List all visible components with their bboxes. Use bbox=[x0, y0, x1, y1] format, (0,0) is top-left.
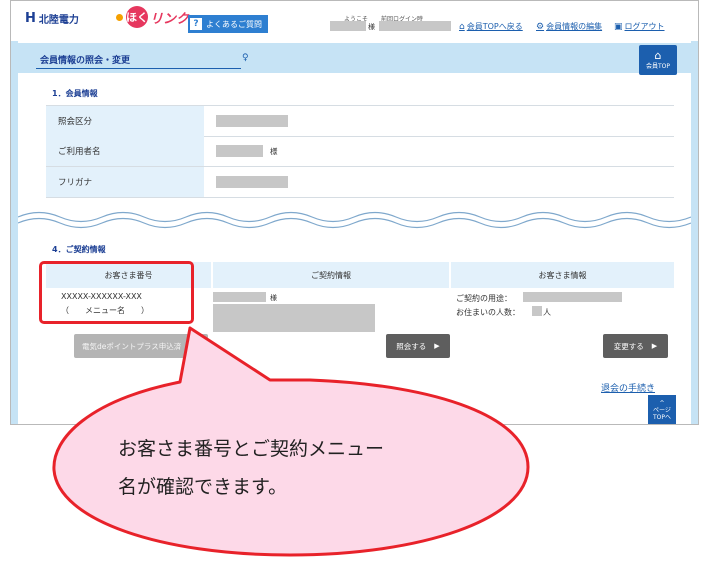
site-header: H 北陸電力 ほく リンク ? よくあるご質問 ようこそ 様 前回ログイン時 ⌂… bbox=[11, 1, 698, 41]
contract-honorific: 様 bbox=[270, 294, 277, 302]
residents-redacted bbox=[532, 306, 542, 316]
chevron-right-icon: ▶ bbox=[434, 342, 440, 350]
chevron-right-icon: ▶ bbox=[651, 342, 658, 350]
left-side-bar bbox=[11, 41, 18, 424]
contract-name-redacted bbox=[213, 292, 266, 302]
browser-page: H 北陸電力 ほく リンク ? よくあるご質問 ようこそ 様 前回ログイン時 ⌂… bbox=[10, 0, 699, 425]
hokuriku-logo[interactable]: H 北陸電力 bbox=[25, 11, 79, 26]
wave-separator bbox=[18, 206, 691, 234]
faq-button[interactable]: ? よくあるご質問 bbox=[188, 15, 268, 33]
hokuriku-logo-icon: H bbox=[25, 11, 36, 26]
brand-text: リンク bbox=[150, 11, 190, 27]
home-icon: ⌂ bbox=[654, 49, 662, 62]
nav-logout-link[interactable]: ▣ ログアウト bbox=[614, 21, 665, 32]
col-header-contract-info: ご契約情報 bbox=[213, 262, 449, 288]
faq-label: よくあるご質問 bbox=[206, 19, 262, 29]
section-contract-heading: 4．ご契約情報 bbox=[52, 245, 106, 254]
question-icon: ? bbox=[190, 18, 202, 30]
brand-dot-icon bbox=[116, 13, 123, 21]
row-value-redacted bbox=[216, 145, 263, 157]
row-label: ご利用者名 bbox=[46, 136, 204, 166]
inquiry-label: 照会する bbox=[396, 341, 427, 351]
row-value-redacted bbox=[216, 115, 288, 127]
home-icon: ⌂ bbox=[459, 21, 465, 32]
prev-login-redacted bbox=[379, 21, 451, 31]
callout-line-1: お客さま番号とご契約メニュー bbox=[118, 438, 385, 460]
withdraw-link[interactable]: 退会の手続き bbox=[601, 381, 655, 394]
contract-address-redacted bbox=[213, 304, 375, 332]
row-inquiry-type: 照会区分 bbox=[46, 105, 674, 137]
nav-logout-label: ログアウト bbox=[624, 22, 665, 31]
logout-icon: ▣ bbox=[614, 21, 623, 32]
company-name: 北陸電力 bbox=[38, 15, 79, 26]
row-honorific: 様 bbox=[270, 147, 278, 156]
page-title: 会員情報の照会・変更 bbox=[40, 56, 131, 66]
page-top-label: ページTOPへ bbox=[652, 406, 671, 421]
callout-text: お客さま番号とご契約メニュー 名が確認できます。 bbox=[118, 430, 448, 506]
usage-label: ご契約の用途： bbox=[456, 294, 512, 303]
hokulink-logo[interactable]: ほく リンク bbox=[116, 6, 189, 28]
title-underline bbox=[36, 68, 241, 69]
row-furigana: フリガナ bbox=[46, 167, 674, 198]
brand-circle: ほく bbox=[126, 6, 148, 28]
nav-edit-member-label: 会員情報の編集 bbox=[546, 22, 603, 31]
row-label: 照会区分 bbox=[46, 106, 204, 136]
right-side-bar bbox=[691, 41, 698, 424]
row-label: フリガナ bbox=[46, 167, 204, 197]
change-label: 変更する bbox=[613, 341, 644, 351]
point-plus-label: 電気deポイントプラス申込済 bbox=[82, 341, 182, 351]
customer-number-highlight bbox=[39, 261, 194, 324]
row-value-redacted bbox=[216, 176, 288, 188]
page-title-bar: 会員情報の照会・変更 ♀ bbox=[18, 43, 691, 73]
inquiry-button[interactable]: 照会する ▶ bbox=[386, 334, 450, 358]
point-plus-applied-button[interactable]: 電気deポイントプラス申込済 bbox=[74, 334, 208, 358]
chevron-up-icon: ^ bbox=[659, 399, 665, 407]
section-member-info-heading: 1．会員情報 bbox=[52, 89, 98, 98]
member-top-button[interactable]: ⌂ 会員TOP bbox=[639, 45, 677, 75]
change-button[interactable]: 変更する ▶ bbox=[603, 334, 668, 358]
col-header-customer-info: お客さま情報 bbox=[451, 262, 674, 288]
row-user-name: ご利用者名 様 bbox=[46, 136, 674, 167]
callout-line-2: 名が確認できます。 bbox=[118, 476, 288, 498]
residents-unit: 人 bbox=[543, 308, 551, 317]
user-name-redacted bbox=[330, 21, 366, 31]
bulb-icon: ♀ bbox=[242, 53, 249, 63]
member-top-button-label: 会員TOP bbox=[645, 63, 670, 70]
residents-label: お住まいの人数： bbox=[456, 308, 520, 317]
user-honorific: 様 bbox=[368, 23, 375, 31]
usage-redacted bbox=[523, 292, 622, 302]
nav-member-top-label: 会員TOPへ戻る bbox=[466, 22, 523, 31]
nav-edit-member-link[interactable]: ⚙ 会員情報の編集 bbox=[536, 21, 602, 32]
gear-icon: ⚙ bbox=[536, 21, 545, 32]
nav-member-top-link[interactable]: ⌂ 会員TOPへ戻る bbox=[459, 21, 523, 32]
main-content: 会員情報の照会・変更 ♀ ⌂ 会員TOP 1．会員情報 照会区分 ご利用者名 様… bbox=[18, 41, 691, 424]
page-top-button[interactable]: ^ ページTOPへ bbox=[648, 395, 676, 424]
